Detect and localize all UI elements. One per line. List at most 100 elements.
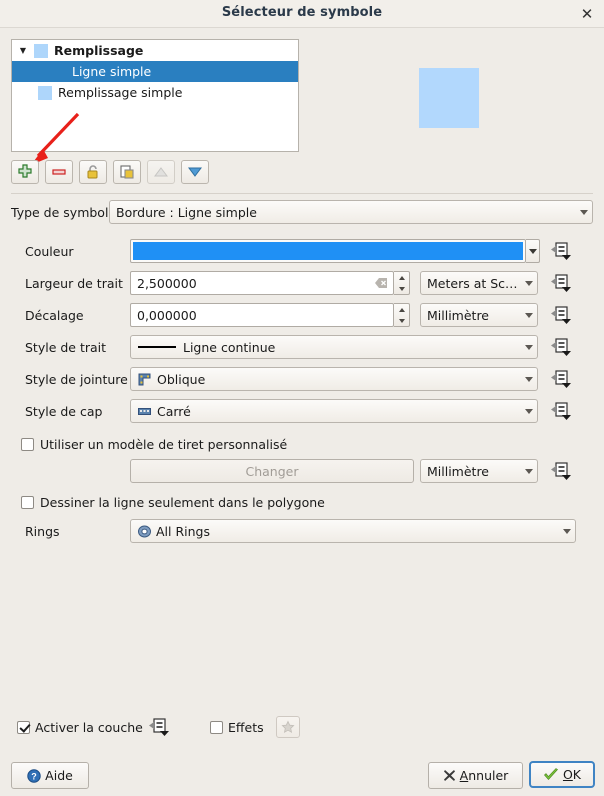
cap-style-icon [138, 407, 151, 415]
data-defined-override-icon[interactable] [548, 305, 572, 325]
join-style-icon [138, 373, 151, 385]
stroke-width-stepper[interactable] [394, 271, 410, 295]
duplicate-icon [120, 165, 134, 179]
draw-inside-polygon-row: Dessiner la ligne seulement dans le poly… [0, 490, 604, 514]
footer-options-row: Activer la couche Effets [0, 716, 604, 738]
stroke-style-value: Ligne continue [183, 339, 276, 355]
cross-icon [443, 770, 455, 781]
draw-inside-polygon-checkbox[interactable] [21, 495, 34, 509]
symbol-type-select[interactable]: Bordure : Ligne simple [109, 200, 593, 224]
join-style-value: Oblique [157, 371, 206, 387]
ok-label: OK [563, 767, 581, 782]
cap-style-select[interactable]: Carré [130, 399, 538, 423]
symbol-preview [419, 68, 479, 128]
chevron-down-icon [580, 209, 588, 215]
custom-dash-label: Utiliser un modèle de tiret personnalisé [40, 436, 288, 452]
padlock-icon [87, 165, 98, 179]
layer-color-swatch [38, 85, 52, 100]
tree-item-remplissage[interactable]: ▼ Remplissage [12, 40, 298, 61]
close-icon[interactable]: ✕ [576, 3, 598, 25]
stroke-style-row: Style de trait Ligne continue [0, 335, 604, 359]
svg-text:?: ? [31, 771, 37, 781]
tree-item-label: Remplissage [54, 43, 144, 58]
ok-rest: K [572, 767, 581, 782]
color-button[interactable] [130, 239, 526, 263]
chevron-down-icon [525, 344, 533, 350]
rings-select[interactable]: All Rings [130, 519, 576, 543]
dash-unit-select[interactable]: Millimètre [420, 459, 538, 483]
change-dash-pattern-button[interactable]: Changer [130, 459, 414, 483]
star-icon [281, 720, 295, 733]
custom-dash-checkbox[interactable] [21, 437, 34, 451]
cap-style-value: Carré [157, 403, 191, 419]
rings-value: All Rings [156, 523, 210, 539]
tree-item-ligne-simple[interactable]: Ligne simple [12, 61, 298, 82]
stepper-down[interactable] [394, 315, 409, 326]
title-bar: Sélecteur de symbole ✕ [0, 0, 604, 28]
color-dropdown-button[interactable] [526, 239, 540, 263]
chevron-down-icon [525, 468, 533, 474]
offset-stepper[interactable] [394, 303, 410, 327]
chevron-down-icon [525, 312, 533, 318]
minus-icon [52, 169, 66, 175]
cancel-rest: nnuler [468, 768, 509, 783]
stepper-up[interactable] [394, 304, 409, 315]
help-icon: ? [27, 768, 41, 783]
tree-item-label: Ligne simple [72, 64, 152, 79]
move-up-button[interactable] [147, 160, 175, 184]
data-defined-override-icon[interactable] [548, 401, 572, 421]
enable-layer-label: Activer la couche [35, 719, 143, 735]
remove-symbol-layer-button[interactable] [45, 160, 73, 184]
symbol-layer-tree[interactable]: ▼ Remplissage Ligne simple Remplissage s… [11, 39, 299, 152]
draw-inside-polygon-label: Dessiner la ligne seulement dans le poly… [40, 494, 325, 510]
stroke-style-select[interactable]: Ligne continue [130, 335, 538, 359]
ok-button[interactable]: OK [529, 761, 595, 788]
layer-color-swatch [34, 43, 48, 58]
effects-settings-button[interactable] [276, 716, 300, 738]
dash-pattern-row: Changer Millimètre [0, 459, 604, 483]
data-defined-override-icon[interactable] [548, 461, 572, 481]
offset-label: Décalage [25, 307, 84, 323]
cap-style-row: Style de cap Carré [0, 399, 604, 423]
data-defined-override-icon[interactable] [548, 273, 572, 293]
stepper-up[interactable] [394, 272, 409, 283]
window-title: Sélecteur de symbole [221, 5, 383, 20]
solid-line-icon [138, 346, 176, 348]
effects-checkbox[interactable] [210, 720, 223, 734]
data-defined-override-icon[interactable] [548, 241, 572, 261]
cancel-label: Annuler [460, 768, 509, 783]
data-defined-override-icon[interactable] [146, 717, 170, 737]
data-defined-override-icon[interactable] [548, 337, 572, 357]
duplicate-layer-button[interactable] [113, 160, 141, 184]
help-label: Aide [45, 768, 73, 783]
move-down-button[interactable] [181, 160, 209, 184]
clear-icon[interactable] [373, 275, 389, 291]
join-style-label: Style de jointure [25, 371, 128, 387]
enable-layer-checkbox[interactable] [17, 720, 30, 734]
rings-label: Rings [25, 523, 60, 539]
help-button[interactable]: ? Aide [11, 762, 89, 789]
lock-layer-button[interactable] [79, 160, 107, 184]
color-swatch [133, 242, 523, 260]
offset-input[interactable]: 0,000000 [130, 303, 394, 327]
offset-unit-select[interactable]: Millimètre [420, 303, 538, 327]
join-style-select[interactable]: Oblique [130, 367, 538, 391]
stroke-width-unit-select[interactable]: Meters at Scale [420, 271, 538, 295]
effects-label: Effets [228, 719, 264, 735]
stroke-width-row: Largeur de trait 2,500000 Meters at Scal… [0, 271, 604, 295]
offset-unit-value: Millimètre [427, 307, 489, 323]
cancel-button[interactable]: Annuler [428, 762, 523, 789]
add-symbol-layer-button[interactable] [11, 160, 39, 184]
data-defined-override-icon[interactable] [548, 369, 572, 389]
cancel-mnemonic: A [459, 768, 469, 783]
symbol-layer-toolbar [11, 160, 209, 184]
tree-item-remplissage-simple[interactable]: Remplissage simple [12, 82, 298, 103]
rings-icon [138, 525, 151, 537]
chevron-down-icon [525, 280, 533, 286]
stroke-style-label: Style de trait [25, 339, 107, 355]
chevron-down-icon[interactable]: ▼ [12, 46, 34, 55]
stepper-down[interactable] [394, 283, 409, 294]
layer-color-swatch [52, 65, 66, 79]
stroke-width-input[interactable]: 2,500000 [130, 271, 394, 295]
change-dash-pattern-label: Changer [245, 463, 299, 479]
